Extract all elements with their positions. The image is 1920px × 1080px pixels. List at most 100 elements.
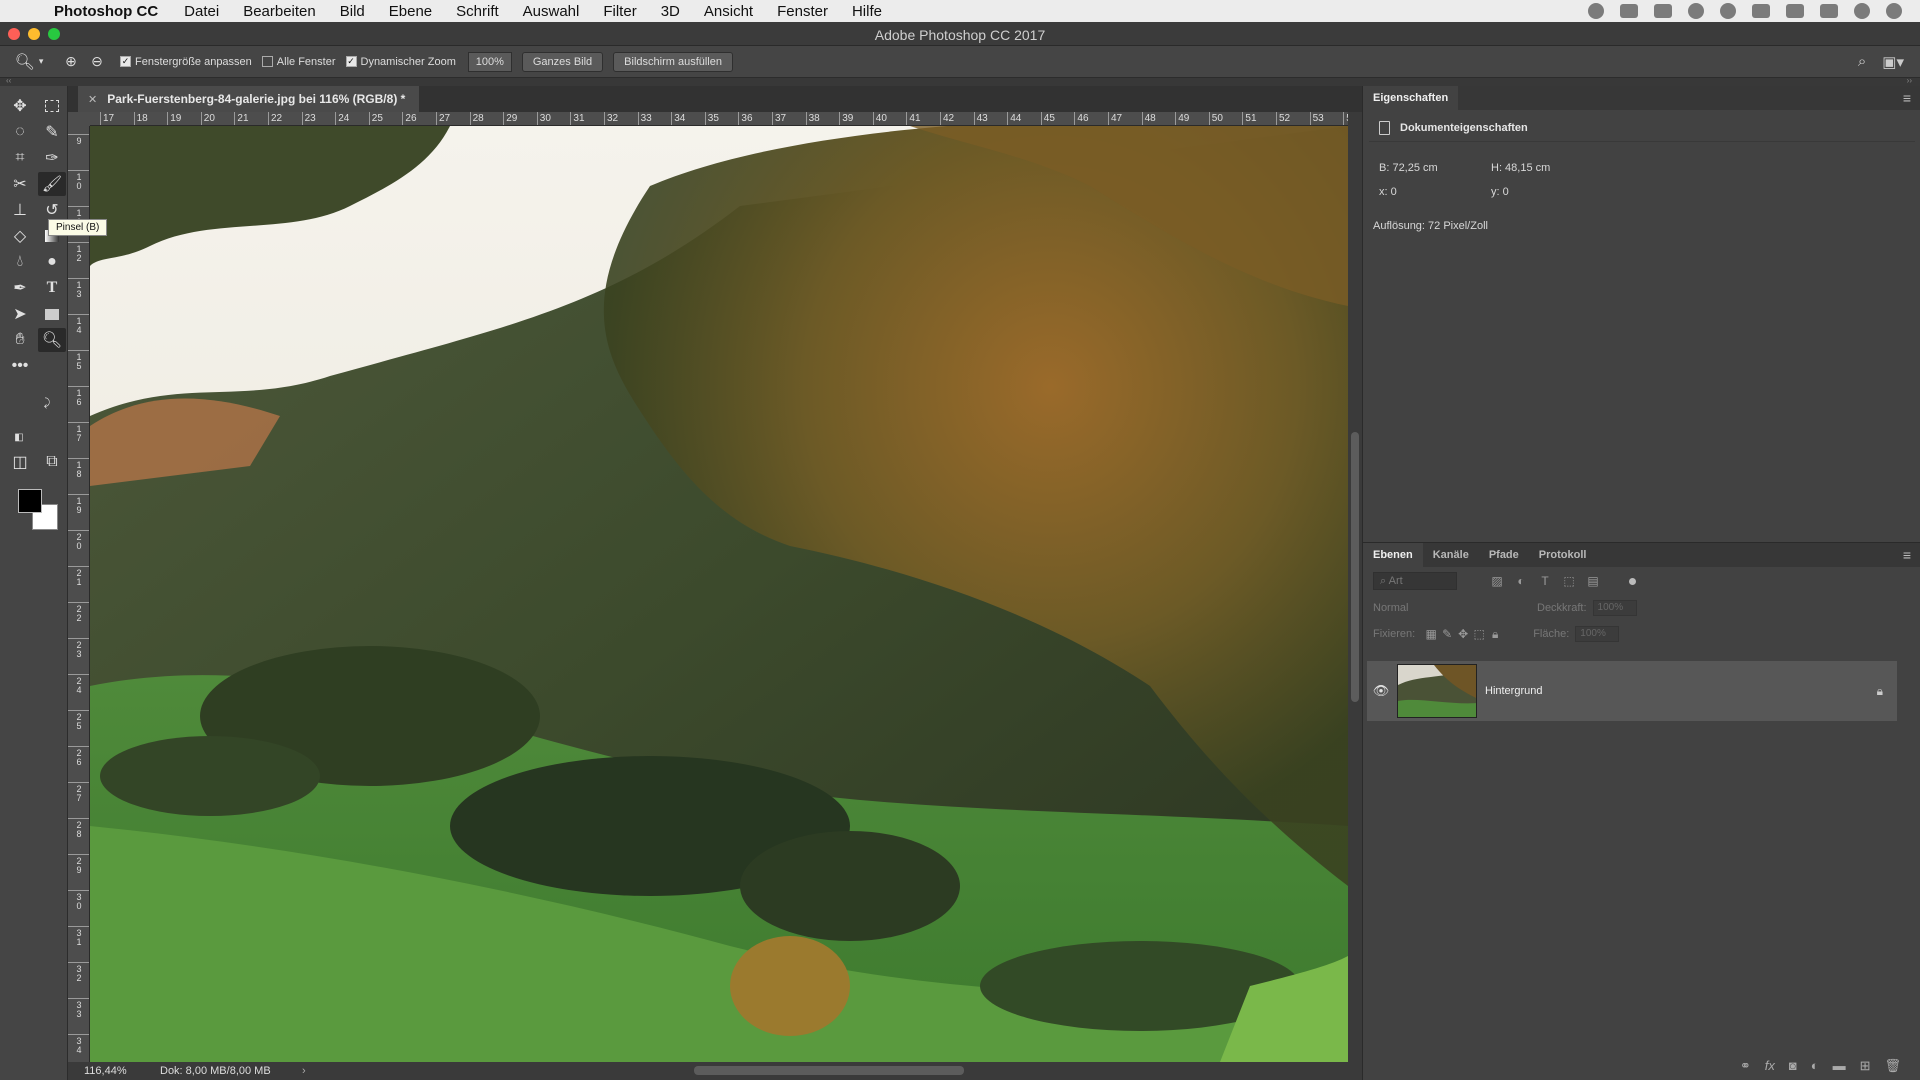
- siri-icon[interactable]: [1886, 3, 1902, 19]
- more-tools-icon[interactable]: •••: [6, 354, 34, 378]
- tool-preset-picker[interactable]: 🔍︎ ▾: [0, 52, 58, 72]
- airplay-icon[interactable]: [1820, 4, 1838, 18]
- wifi-icon[interactable]: [1786, 4, 1804, 18]
- quick-mask-icon[interactable]: ◫: [6, 450, 34, 474]
- close-tab-icon[interactable]: ✕: [88, 93, 97, 106]
- blur-tool-icon[interactable]: 💧︎: [6, 250, 34, 274]
- new-layer-icon[interactable]: ⊞: [1860, 1058, 1871, 1074]
- dodge-tool-icon[interactable]: ●: [38, 250, 66, 274]
- zoom-out-button[interactable]: ⊖: [84, 53, 110, 70]
- fit-window-checkbox[interactable]: ✓ Fenstergröße anpassen: [120, 56, 252, 68]
- menu-3d[interactable]: 3D: [649, 3, 692, 20]
- tab-layers[interactable]: Ebenen: [1363, 543, 1423, 567]
- link-layers-icon[interactable]: ⚭: [1740, 1058, 1751, 1074]
- path-selection-tool-icon[interactable]: ➤: [6, 302, 34, 326]
- clone-stamp-tool-icon[interactable]: ⊥: [6, 198, 34, 222]
- bluetooth-icon[interactable]: [1752, 4, 1770, 18]
- adjustment-layer-icon[interactable]: ◐: [1811, 1058, 1819, 1074]
- layer-name[interactable]: Hintergrund: [1485, 685, 1542, 697]
- menu-datei[interactable]: Datei: [172, 3, 231, 20]
- lock-icon[interactable]: 🔒︎: [1877, 684, 1883, 699]
- eye-icon[interactable]: 👁︎: [1367, 683, 1395, 699]
- creative-cloud-icon[interactable]: [1654, 4, 1672, 18]
- healing-brush-tool-icon[interactable]: ✂: [6, 172, 34, 196]
- collapse-right-icon[interactable]: ››: [1907, 76, 1912, 85]
- filter-pixel-icon[interactable]: ▨: [1489, 574, 1505, 588]
- default-colors-icon[interactable]: ◧: [12, 430, 26, 444]
- panel-menu-icon[interactable]: ≡: [1903, 547, 1920, 563]
- menu-filter[interactable]: Filter: [591, 3, 648, 20]
- status-zoom[interactable]: 116,44%: [68, 1065, 152, 1077]
- opacity-field[interactable]: 100%: [1592, 600, 1637, 616]
- lock-transparent-icon[interactable]: ▦: [1423, 627, 1439, 641]
- rectangle-tool-icon[interactable]: [38, 302, 66, 326]
- menu-app-name[interactable]: Photoshop CC: [54, 3, 172, 20]
- tab-properties[interactable]: Eigenschaften: [1363, 86, 1459, 110]
- sync-icon[interactable]: [1688, 3, 1704, 19]
- zoom-in-button[interactable]: ⊕: [58, 53, 84, 70]
- lock-image-icon[interactable]: ✎: [1439, 627, 1455, 641]
- menu-auswahl[interactable]: Auswahl: [511, 3, 592, 20]
- blend-mode-select[interactable]: Normal: [1373, 602, 1537, 614]
- menu-ansicht[interactable]: Ansicht: [692, 3, 765, 20]
- fill-field[interactable]: 100%: [1575, 626, 1620, 642]
- cloud-icon[interactable]: [1620, 4, 1638, 18]
- filter-adjustment-icon[interactable]: ◐: [1513, 574, 1529, 588]
- hand-tool-icon[interactable]: ✋︎: [6, 328, 34, 352]
- zoom-percent-field[interactable]: 100%: [467, 51, 512, 72]
- layer-row[interactable]: 👁︎ Hintergrund 🔒︎: [1367, 661, 1897, 721]
- record-icon[interactable]: [1588, 3, 1604, 19]
- collapse-left-icon[interactable]: ‹‹: [6, 76, 11, 85]
- type-tool-icon[interactable]: T: [38, 276, 66, 300]
- status-menu-arrow[interactable]: ›: [302, 1065, 306, 1077]
- fit-screen-button[interactable]: Ganzes Bild: [521, 51, 604, 72]
- menu-bearbeiten[interactable]: Bearbeiten: [231, 3, 328, 20]
- menu-bild[interactable]: Bild: [328, 3, 377, 20]
- menu-ebene[interactable]: Ebene: [377, 3, 444, 20]
- document-canvas[interactable]: [90, 126, 1348, 1062]
- tab-paths[interactable]: Pfade: [1479, 543, 1529, 567]
- ruler-vertical[interactable]: 91 01 11 21 31 41 51 61 71 81 92 02 12 2…: [68, 126, 90, 1062]
- ruler-origin[interactable]: [68, 112, 90, 126]
- quick-selection-tool-icon[interactable]: ✎: [38, 120, 66, 144]
- vertical-scroll-thumb[interactable]: [1351, 432, 1359, 702]
- tab-channels[interactable]: Kanäle: [1423, 543, 1479, 567]
- new-group-icon[interactable]: ▬: [1833, 1058, 1846, 1074]
- lock-all-icon[interactable]: 🔒︎: [1487, 627, 1503, 642]
- all-windows-checkbox[interactable]: Alle Fenster: [261, 56, 336, 68]
- foreground-color-swatch[interactable]: [18, 489, 42, 513]
- eraser-tool-icon[interactable]: ◇: [6, 224, 34, 248]
- fill-screen-button[interactable]: Bildschirm ausfüllen: [613, 51, 733, 72]
- filter-shape-icon[interactable]: ⬚: [1561, 574, 1577, 588]
- marquee-tool-icon[interactable]: [38, 94, 66, 118]
- workspace-icon[interactable]: ▣▾: [1882, 53, 1904, 71]
- add-mask-icon[interactable]: ◙: [1789, 1058, 1797, 1074]
- panel-menu-icon[interactable]: ≡: [1903, 90, 1920, 106]
- spotlight-icon[interactable]: [1854, 3, 1870, 19]
- menu-fenster[interactable]: Fenster: [765, 3, 840, 20]
- swap-colors-icon[interactable]: ⤸: [40, 396, 54, 410]
- lock-position-icon[interactable]: ✥: [1455, 627, 1471, 641]
- filter-toggle-icon[interactable]: [1629, 577, 1636, 585]
- crop-tool-icon[interactable]: ⌗: [6, 146, 34, 170]
- tab-history[interactable]: Protokoll: [1529, 543, 1597, 567]
- eyedropper-tool-icon[interactable]: ✑: [38, 146, 66, 170]
- time-machine-icon[interactable]: [1720, 3, 1736, 19]
- menu-hilfe[interactable]: Hilfe: [840, 3, 894, 20]
- dynamic-zoom-checkbox[interactable]: ✓ Dynamischer Zoom: [345, 56, 456, 68]
- delete-layer-icon[interactable]: 🗑︎: [1884, 1058, 1901, 1074]
- search-icon[interactable]: ⌕: [1858, 53, 1866, 71]
- ruler-horizontal[interactable]: 17 18 19 20 21 22 23 24 25 26 27 28 29 30 31 32 33 34 35 36…: [90, 112, 1348, 126]
- move-tool-icon[interactable]: ✥: [6, 94, 34, 118]
- layer-style-icon[interactable]: fx: [1765, 1058, 1775, 1074]
- layer-filter-input[interactable]: ⌕ Art: [1373, 572, 1457, 590]
- lasso-tool-icon[interactable]: ◌: [6, 120, 34, 144]
- filter-type-icon[interactable]: T: [1537, 574, 1553, 588]
- brush-tool-icon[interactable]: 🖌︎: [38, 172, 66, 196]
- document-tab[interactable]: ✕ Park-Fuerstenberg-84-galerie.jpg bei 1…: [78, 86, 420, 112]
- vertical-scrollbar[interactable]: [1348, 112, 1362, 1062]
- zoom-tool-icon[interactable]: 🔍︎: [38, 328, 66, 352]
- pen-tool-icon[interactable]: ✒: [6, 276, 34, 300]
- horizontal-scroll-thumb[interactable]: [694, 1066, 964, 1075]
- menu-schrift[interactable]: Schrift: [444, 3, 511, 20]
